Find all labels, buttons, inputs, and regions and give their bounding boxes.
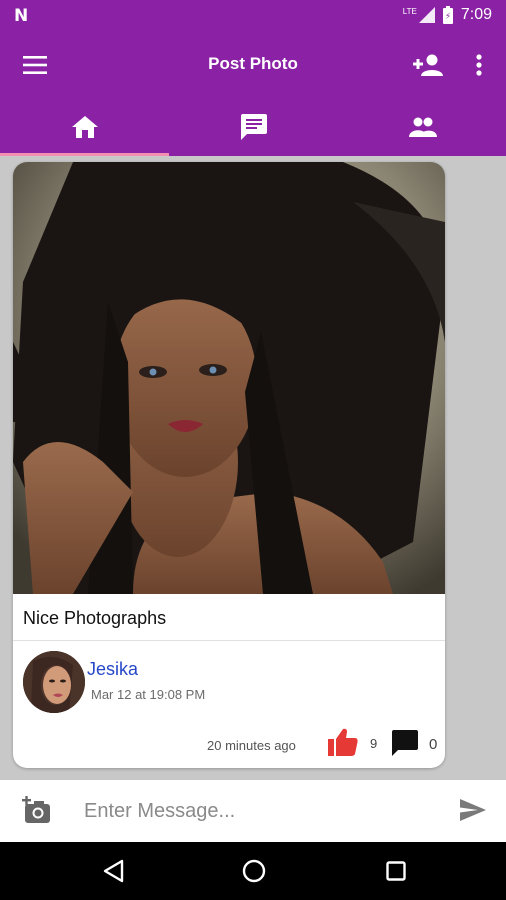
add-photo-icon[interactable] bbox=[20, 794, 54, 826]
avatar[interactable] bbox=[23, 651, 85, 713]
home-circle-icon[interactable] bbox=[239, 856, 269, 886]
svg-text:⚡: ⚡ bbox=[445, 12, 451, 22]
status-icons: LTE ⚡ 7:09 bbox=[403, 6, 492, 24]
tab-messages[interactable] bbox=[169, 98, 338, 156]
tab-home[interactable] bbox=[0, 98, 169, 156]
post-date: Mar 12 at 19:08 PM bbox=[91, 687, 206, 702]
post-card: Nice Photographs Jesika Mar 12 at 19:08 … bbox=[13, 162, 445, 768]
comment-icon[interactable] bbox=[392, 730, 418, 761]
comment-count: 0 bbox=[429, 736, 438, 753]
message-composer bbox=[0, 780, 506, 842]
post-photo[interactable] bbox=[13, 162, 445, 594]
network-type: LTE bbox=[402, 6, 417, 16]
author-name[interactable]: Jesika bbox=[87, 659, 138, 680]
system-nav-bar bbox=[0, 842, 506, 900]
send-icon[interactable] bbox=[458, 795, 488, 825]
chat-icon bbox=[240, 114, 267, 140]
home-icon bbox=[71, 116, 98, 138]
like-icon[interactable] bbox=[328, 728, 358, 761]
like-count: 9 bbox=[370, 736, 378, 751]
tab-bar bbox=[0, 98, 506, 156]
post-caption: Nice Photographs bbox=[23, 608, 167, 628]
divider bbox=[13, 640, 445, 641]
tab-indicator bbox=[0, 153, 169, 156]
app-bar: Post Photo bbox=[0, 32, 506, 98]
battery-icon: ⚡ bbox=[442, 6, 453, 24]
recents-icon[interactable] bbox=[381, 856, 411, 886]
add-person-icon[interactable] bbox=[412, 50, 444, 80]
signal-icon bbox=[418, 7, 435, 23]
notification-n-icon: N bbox=[14, 6, 29, 26]
status-bar: N LTE ⚡ 7:09 bbox=[0, 0, 506, 32]
more-vert-icon[interactable] bbox=[468, 50, 490, 80]
message-input[interactable] bbox=[84, 794, 434, 828]
back-icon[interactable] bbox=[98, 856, 128, 886]
clock: 7:09 bbox=[460, 6, 492, 23]
people-icon bbox=[408, 117, 437, 137]
tab-people[interactable] bbox=[338, 98, 506, 156]
time-ago: 20 minutes ago bbox=[207, 738, 296, 753]
